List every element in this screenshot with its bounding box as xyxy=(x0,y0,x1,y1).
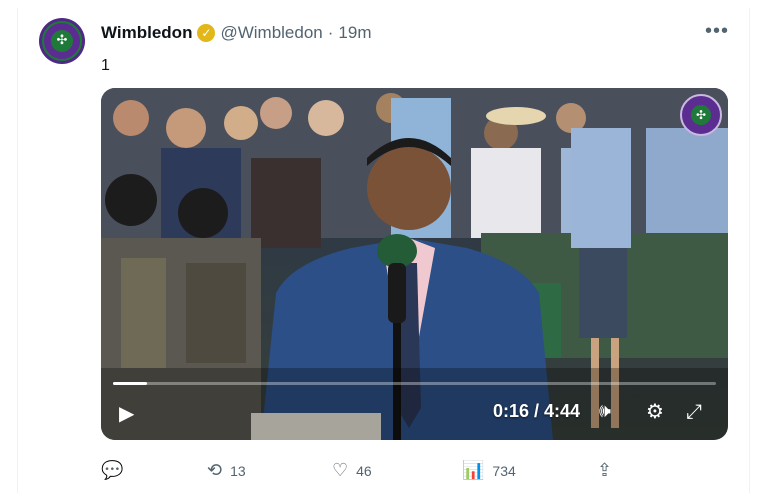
retweet-count: 13 xyxy=(230,462,246,479)
heart-icon: ♡ xyxy=(332,460,349,481)
like-button[interactable]: ♡ 46 xyxy=(332,460,372,481)
reply-icon: 💬 xyxy=(101,460,124,481)
wimbledon-watermark-icon: ✣ xyxy=(680,94,722,136)
display-name[interactable]: Wimbledon xyxy=(101,23,192,43)
verified-badge-icon: ✓ xyxy=(197,24,216,42)
tweet-text: 1 xyxy=(101,57,110,74)
volume-icon[interactable]: 🕪 xyxy=(599,400,611,422)
views-button[interactable]: 📊 734 xyxy=(462,460,516,481)
share-icon: ⇪ xyxy=(597,460,613,481)
reply-button[interactable]: 💬 xyxy=(101,460,131,481)
tweet-header: Wimbledon ✓ @Wimbledon · 19m xyxy=(101,22,372,44)
video-player[interactable]: ✣ ▶ 0:16 / 4:44 🕪 ⚙ ⤢ xyxy=(101,88,728,440)
views-count: 734 xyxy=(492,462,516,479)
gear-icon[interactable]: ⚙ xyxy=(646,399,664,423)
tweet-card: ✣ Wimbledon ✓ @Wimbledon · 19m ••• 1 ✣ ▶… xyxy=(17,8,750,493)
more-options-icon[interactable]: ••• xyxy=(705,21,729,41)
bar-chart-icon: 📊 xyxy=(462,460,485,481)
like-count: 46 xyxy=(356,462,372,479)
video-timecode: 0:16 / 4:44 xyxy=(493,401,581,421)
retweet-icon: ⟲ xyxy=(207,460,223,481)
progress-fill xyxy=(113,382,147,385)
wimbledon-logo-icon: ✣ xyxy=(42,21,82,61)
user-handle[interactable]: @Wimbledon xyxy=(220,23,322,43)
play-icon[interactable]: ▶ xyxy=(119,401,134,425)
expand-icon[interactable]: ⤢ xyxy=(686,399,702,423)
progress-bar[interactable] xyxy=(113,382,716,385)
timestamp[interactable]: 19m xyxy=(338,23,371,43)
avatar[interactable]: ✣ xyxy=(39,18,85,64)
video-frame xyxy=(101,88,728,440)
tweet-actions: 💬 ⟲ 13 ♡ 46 📊 734 ⇪ xyxy=(101,460,661,484)
retweet-button[interactable]: ⟲ 13 xyxy=(207,460,246,481)
separator: · xyxy=(327,23,334,42)
share-button[interactable]: ⇪ xyxy=(597,460,612,481)
